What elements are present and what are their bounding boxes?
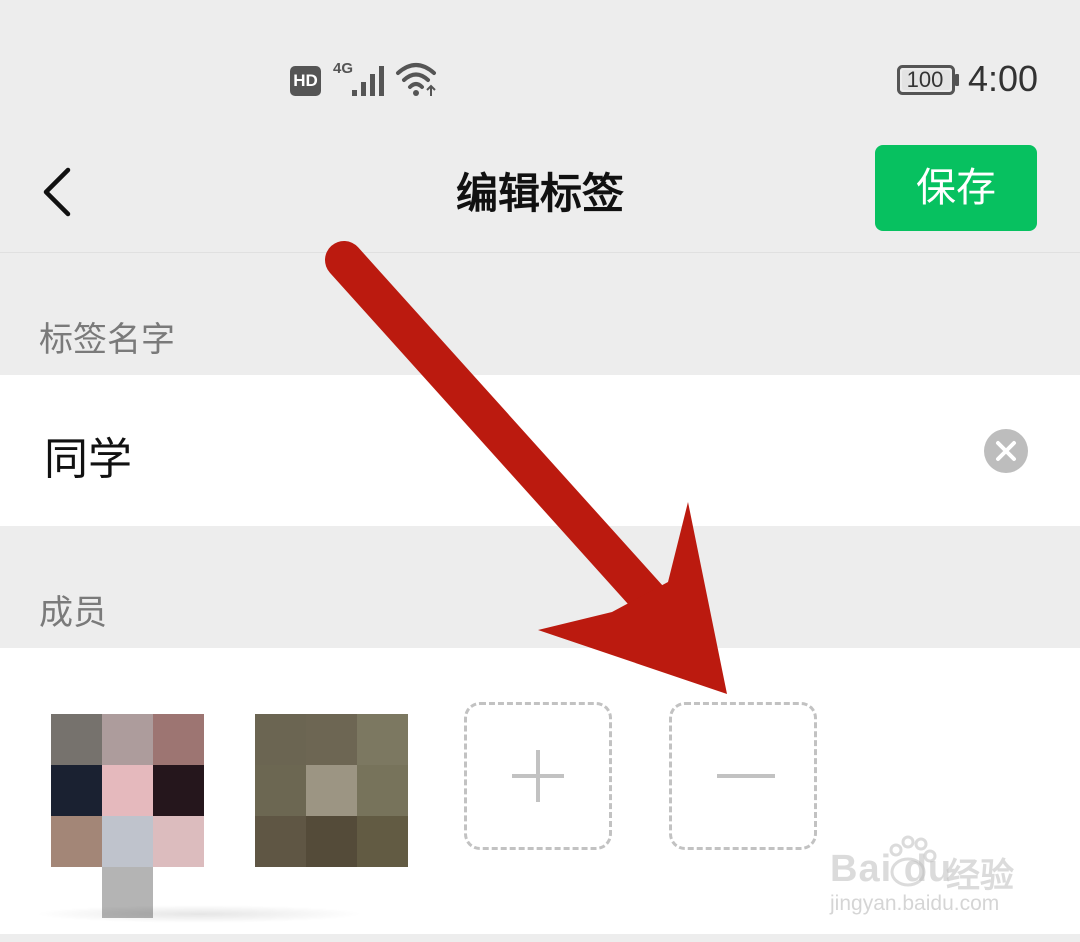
- edit-tag-screen: HD 4G 100 4:00 编辑标签 保存 标签名字 同学 成员 Bai du…: [0, 0, 1080, 942]
- watermark: Bai du 经验 jingyan.baidu.com: [826, 828, 1026, 920]
- watermark-url: jingyan.baidu.com: [830, 892, 1000, 915]
- watermark-text: 经验: [946, 856, 1014, 896]
- annotation-arrow: [325, 241, 727, 694]
- watermark-brand: Bai du: [830, 848, 953, 890]
